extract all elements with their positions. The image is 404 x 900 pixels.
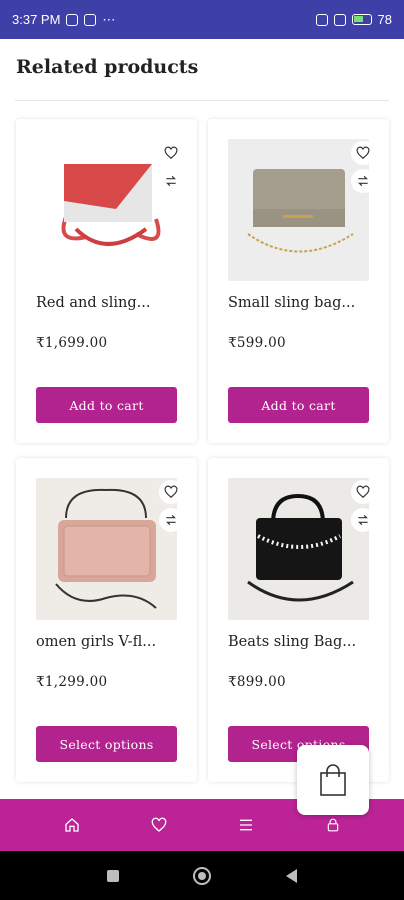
product-price: ₹599.00 <box>228 335 286 351</box>
section-title: Related products <box>16 56 199 78</box>
product-image[interactable] <box>36 139 177 281</box>
battery-icon <box>351 14 372 25</box>
battery-level: 78 <box>377 12 392 27</box>
compare-button[interactable] <box>159 508 183 532</box>
add-to-cart-button[interactable]: Add to cart <box>36 387 177 423</box>
compare-icon <box>358 175 368 187</box>
notification-icon <box>84 13 97 26</box>
shopping-bag-icon <box>320 764 346 796</box>
heart-icon <box>164 485 178 499</box>
wishlist-button[interactable] <box>351 480 375 504</box>
status-time: 3:37 PM <box>12 12 61 27</box>
product-name[interactable]: Beats sling Bag... <box>228 634 356 650</box>
menu-icon <box>239 819 252 831</box>
recent-apps-icon[interactable] <box>106 869 120 883</box>
compare-button[interactable] <box>351 508 375 532</box>
nav-menu[interactable] <box>226 805 266 845</box>
compare-icon <box>166 175 176 187</box>
product-name[interactable]: Red and sling... <box>36 295 150 311</box>
wishlist-button[interactable] <box>159 141 183 165</box>
add-to-cart-button[interactable]: Add to cart <box>228 387 369 423</box>
compare-button[interactable] <box>159 169 183 193</box>
floating-cart-button[interactable] <box>297 745 369 815</box>
signal-icon <box>315 13 328 26</box>
product-name[interactable]: omen girls V-fl... <box>36 634 156 650</box>
product-price: ₹1,299.00 <box>36 674 108 690</box>
product-card[interactable]: omen girls V-fl... ₹1,299.00 Select opti… <box>16 458 197 782</box>
select-options-button[interactable]: Select options <box>36 726 177 762</box>
product-name[interactable]: Small sling bag... <box>228 295 355 311</box>
nav-home[interactable] <box>52 805 92 845</box>
system-nav-bar <box>0 851 404 900</box>
product-price: ₹899.00 <box>228 674 286 690</box>
status-bar: 3:37 PM ⋯ 78 <box>0 0 404 39</box>
back-icon[interactable] <box>284 868 298 884</box>
nav-wishlist[interactable] <box>139 805 179 845</box>
heart-icon <box>356 146 370 160</box>
product-image[interactable] <box>228 139 369 281</box>
product-image[interactable] <box>228 478 369 620</box>
wishlist-button[interactable] <box>159 480 183 504</box>
heart-icon <box>356 485 370 499</box>
home-button-icon[interactable] <box>192 866 212 886</box>
product-card[interactable]: Beats sling Bag... ₹899.00 Select option… <box>208 458 389 782</box>
more-icon: ⋯ <box>102 11 116 27</box>
home-icon <box>64 818 79 832</box>
divider <box>15 100 389 101</box>
wishlist-button[interactable] <box>351 141 375 165</box>
heart-icon <box>151 817 166 832</box>
product-price: ₹1,699.00 <box>36 335 108 351</box>
product-image[interactable] <box>36 478 177 620</box>
wifi-icon <box>333 13 346 26</box>
heart-icon <box>164 146 178 160</box>
compare-icon <box>358 514 368 526</box>
compare-button[interactable] <box>351 169 375 193</box>
compare-icon <box>166 514 176 526</box>
product-card[interactable]: Small sling bag... ₹599.00 Add to cart <box>208 119 389 443</box>
settings-icon <box>66 13 79 26</box>
product-card[interactable]: Red and sling... ₹1,699.00 Add to cart <box>16 119 197 443</box>
lock-icon <box>327 818 338 832</box>
